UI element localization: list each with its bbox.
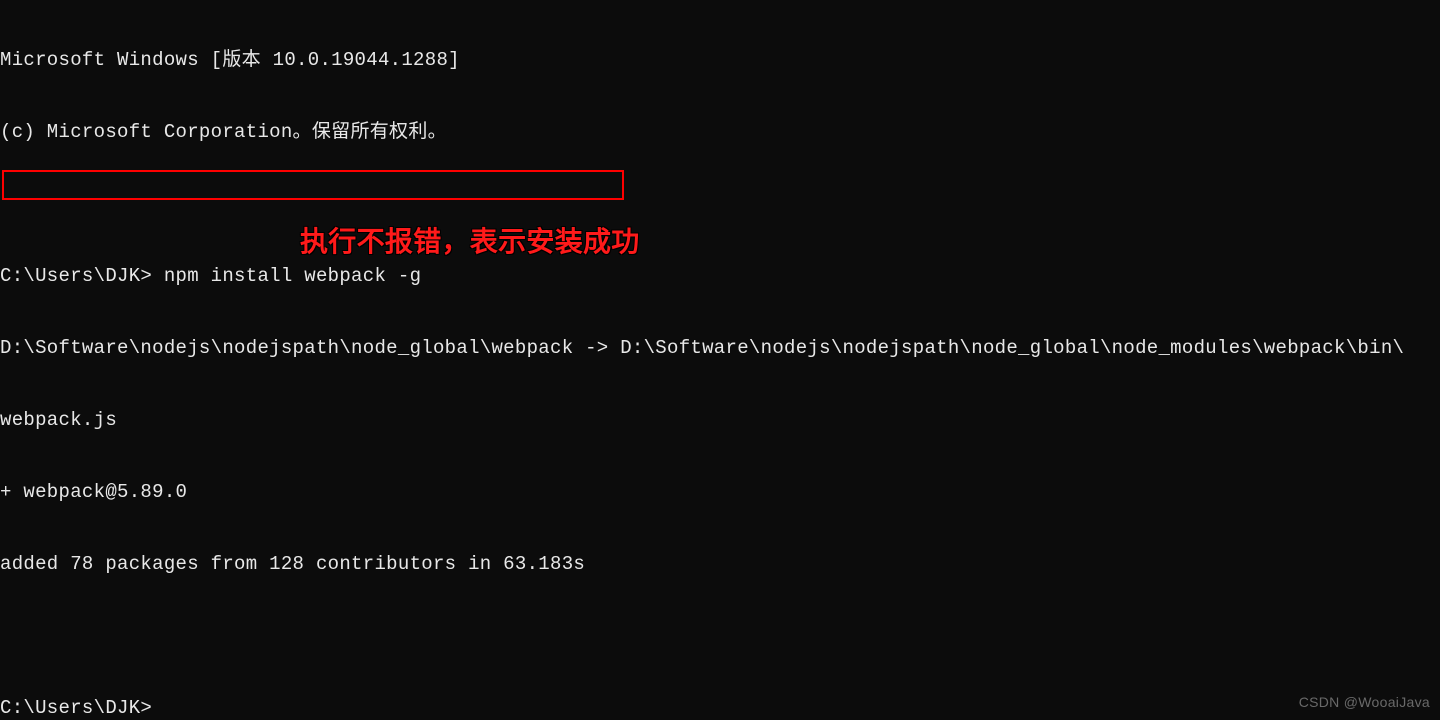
- terminal-line: webpack.js: [0, 408, 1440, 432]
- terminal-line: Microsoft Windows [版本 10.0.19044.1288]: [0, 48, 1440, 72]
- terminal-window[interactable]: Microsoft Windows [版本 10.0.19044.1288] (…: [0, 0, 1440, 720]
- terminal-line: (c) Microsoft Corporation。保留所有权利。: [0, 120, 1440, 144]
- terminal-prompt-line: C:\Users\DJK> npm install webpack -g: [0, 264, 1440, 288]
- watermark-text: CSDN @WooaiJava: [1299, 690, 1430, 714]
- terminal-prompt-line: C:\Users\DJK>: [0, 696, 1440, 720]
- terminal-line: D:\Software\nodejs\nodejspath\node_globa…: [0, 336, 1440, 360]
- annotation-text: 执行不报错，表示安装成功: [300, 230, 640, 254]
- terminal-line: + webpack@5.89.0: [0, 480, 1440, 504]
- terminal-line: added 78 packages from 128 contributors …: [0, 552, 1440, 576]
- terminal-blank-line: [0, 624, 1440, 648]
- terminal-blank-line: [0, 192, 1440, 216]
